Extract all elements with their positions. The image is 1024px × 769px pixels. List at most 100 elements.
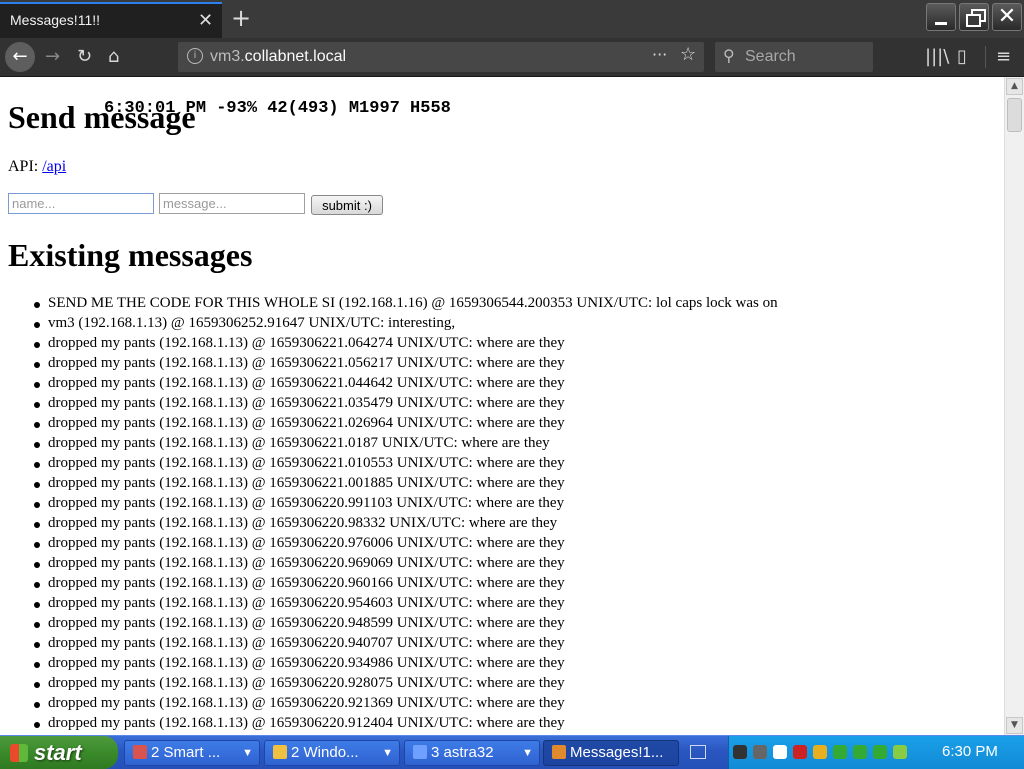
message-item: dropped my pants (192.168.1.13) @ 165930… <box>8 515 778 535</box>
search-input[interactable] <box>745 46 869 68</box>
tray-icon[interactable] <box>853 745 867 759</box>
task-label: astra32 <box>443 744 494 761</box>
tray-icons <box>733 744 933 762</box>
message-item: dropped my pants (192.168.1.13) @ 165930… <box>8 355 778 375</box>
hamburger-menu-icon[interactable]: ≡ <box>996 46 1011 67</box>
tab-title: Messages!11!! <box>10 12 101 28</box>
tray-icon[interactable] <box>733 745 747 759</box>
reload-button[interactable]: ↻ <box>77 46 92 67</box>
task-count: 2 <box>151 744 160 761</box>
tray-icon[interactable] <box>813 745 827 759</box>
task-windows-group[interactable]: 2 Windo... ▼ <box>264 740 400 766</box>
submit-button[interactable]: submit :) <box>311 195 383 215</box>
api-line: API: /api <box>8 158 66 176</box>
tab-close-icon[interactable]: ✕ <box>198 10 213 31</box>
browser-titlebar: Messages!11!! ✕ + ✕ <box>0 0 1024 38</box>
astra-icon <box>413 745 427 759</box>
message-item: dropped my pants (192.168.1.13) @ 165930… <box>8 595 778 615</box>
tray-icon[interactable] <box>773 745 787 759</box>
message-input[interactable] <box>159 193 305 214</box>
navigation-toolbar: ← → ↻ ⌂ i vm3.collabnet.local ··· ☆ ⚲ ||… <box>0 38 1024 77</box>
message-item: dropped my pants (192.168.1.13) @ 165930… <box>8 375 778 395</box>
tray-icon[interactable] <box>873 745 887 759</box>
start-button[interactable]: start <box>0 736 118 769</box>
message-item: dropped my pants (192.168.1.13) @ 165930… <box>8 475 778 495</box>
api-label: API: <box>8 158 43 175</box>
firefox-icon <box>552 745 566 759</box>
keyboard-icon[interactable] <box>690 745 706 759</box>
taskbar: start 2 Smart ... ▼ 2 Windo... ▼ 3 astra32… <box>0 735 1024 769</box>
task-label: Messages!1... <box>570 744 664 761</box>
chevron-down-icon: ▼ <box>522 747 533 759</box>
shield-icon <box>133 745 147 759</box>
scroll-down-arrow-icon[interactable]: ▼ <box>1006 717 1023 734</box>
restore-button[interactable] <box>959 3 989 31</box>
tray-icon[interactable] <box>833 745 847 759</box>
toolbar-divider <box>985 46 986 68</box>
minimize-icon <box>935 22 947 25</box>
message-item: dropped my pants (192.168.1.13) @ 165930… <box>8 555 778 575</box>
message-item: dropped my pants (192.168.1.13) @ 165930… <box>8 535 778 555</box>
message-item: dropped my pants (192.168.1.13) @ 165930… <box>8 575 778 595</box>
system-tray: 6:30 PM <box>728 736 1024 769</box>
tray-icon[interactable] <box>753 745 767 759</box>
message-item: dropped my pants (192.168.1.13) @ 165930… <box>8 675 778 695</box>
tab-messages[interactable]: Messages!11!! ✕ <box>0 2 222 38</box>
back-button[interactable]: ← <box>5 42 35 72</box>
page-scrollbar[interactable]: ▲ ▼ <box>1004 77 1024 735</box>
chevron-down-icon: ▼ <box>242 747 253 759</box>
sidebar-icon[interactable]: ▯ <box>957 46 967 67</box>
system-stats-overlay: 6:30:01 PM -93% 42(493) M1997 H558 <box>104 99 451 118</box>
task-label: Smart ... <box>163 744 221 761</box>
task-count: 3 <box>431 744 440 761</box>
chevron-down-icon: ▼ <box>382 747 393 759</box>
existing-messages-heading: Existing messages <box>8 237 253 273</box>
tray-icon[interactable] <box>893 745 907 759</box>
folder-icon <box>273 745 287 759</box>
windows-flag-icon <box>10 744 28 762</box>
info-icon[interactable]: i <box>187 48 203 64</box>
start-label: start <box>34 740 82 765</box>
restore-icon-back <box>966 14 981 27</box>
message-item: dropped my pants (192.168.1.13) @ 165930… <box>8 715 778 735</box>
message-item: dropped my pants (192.168.1.13) @ 165930… <box>8 655 778 675</box>
task-smart-group[interactable]: 2 Smart ... ▼ <box>124 740 260 766</box>
home-button[interactable]: ⌂ <box>108 46 119 67</box>
name-input[interactable] <box>8 193 154 214</box>
page-actions-icon[interactable]: ··· <box>652 45 667 64</box>
message-item: vm3 (192.168.1.13) @ 1659306252.91647 UN… <box>8 315 778 335</box>
message-item: dropped my pants (192.168.1.13) @ 165930… <box>8 615 778 635</box>
api-link[interactable]: /api <box>42 158 66 175</box>
new-tab-button[interactable]: + <box>231 4 251 32</box>
message-item: dropped my pants (192.168.1.13) @ 165930… <box>8 415 778 435</box>
scroll-thumb[interactable] <box>1007 98 1022 132</box>
search-bar[interactable]: ⚲ <box>715 42 873 72</box>
url-text[interactable]: vm3.collabnet.local <box>210 48 346 66</box>
task-astra-group[interactable]: 3 astra32 ▼ <box>404 740 540 766</box>
message-item: dropped my pants (192.168.1.13) @ 165930… <box>8 435 778 455</box>
message-item: SEND ME THE CODE FOR THIS WHOLE SI (192.… <box>8 295 778 315</box>
page-viewport: Send message 6:30:01 PM -93% 42(493) M19… <box>0 77 1004 735</box>
url-host: collabnet.local <box>244 48 347 65</box>
close-icon: ✕ <box>997 4 1017 29</box>
search-icon: ⚲ <box>723 46 735 65</box>
message-item: dropped my pants (192.168.1.13) @ 165930… <box>8 455 778 475</box>
scroll-up-arrow-icon[interactable]: ▲ <box>1006 78 1023 95</box>
task-messages-window[interactable]: Messages!1... <box>543 740 679 766</box>
message-item: dropped my pants (192.168.1.13) @ 165930… <box>8 335 778 355</box>
url-prefix: vm3. <box>210 48 245 65</box>
task-label: Windo... <box>303 744 359 761</box>
minimize-button[interactable] <box>926 3 956 31</box>
tray-icon[interactable] <box>793 745 807 759</box>
message-item: dropped my pants (192.168.1.13) @ 165930… <box>8 635 778 655</box>
forward-button[interactable]: → <box>45 46 60 67</box>
message-list: SEND ME THE CODE FOR THIS WHOLE SI (192.… <box>8 295 778 735</box>
close-window-button[interactable]: ✕ <box>992 3 1022 31</box>
message-item: dropped my pants (192.168.1.13) @ 165930… <box>8 395 778 415</box>
library-icon[interactable]: |||\ <box>925 46 949 67</box>
message-item: dropped my pants (192.168.1.13) @ 165930… <box>8 695 778 715</box>
bookmark-star-icon[interactable]: ☆ <box>680 44 696 65</box>
clock: 6:30 PM <box>942 743 998 760</box>
url-bar[interactable]: i vm3.collabnet.local ··· ☆ <box>178 42 704 72</box>
message-item: dropped my pants (192.168.1.13) @ 165930… <box>8 495 778 515</box>
